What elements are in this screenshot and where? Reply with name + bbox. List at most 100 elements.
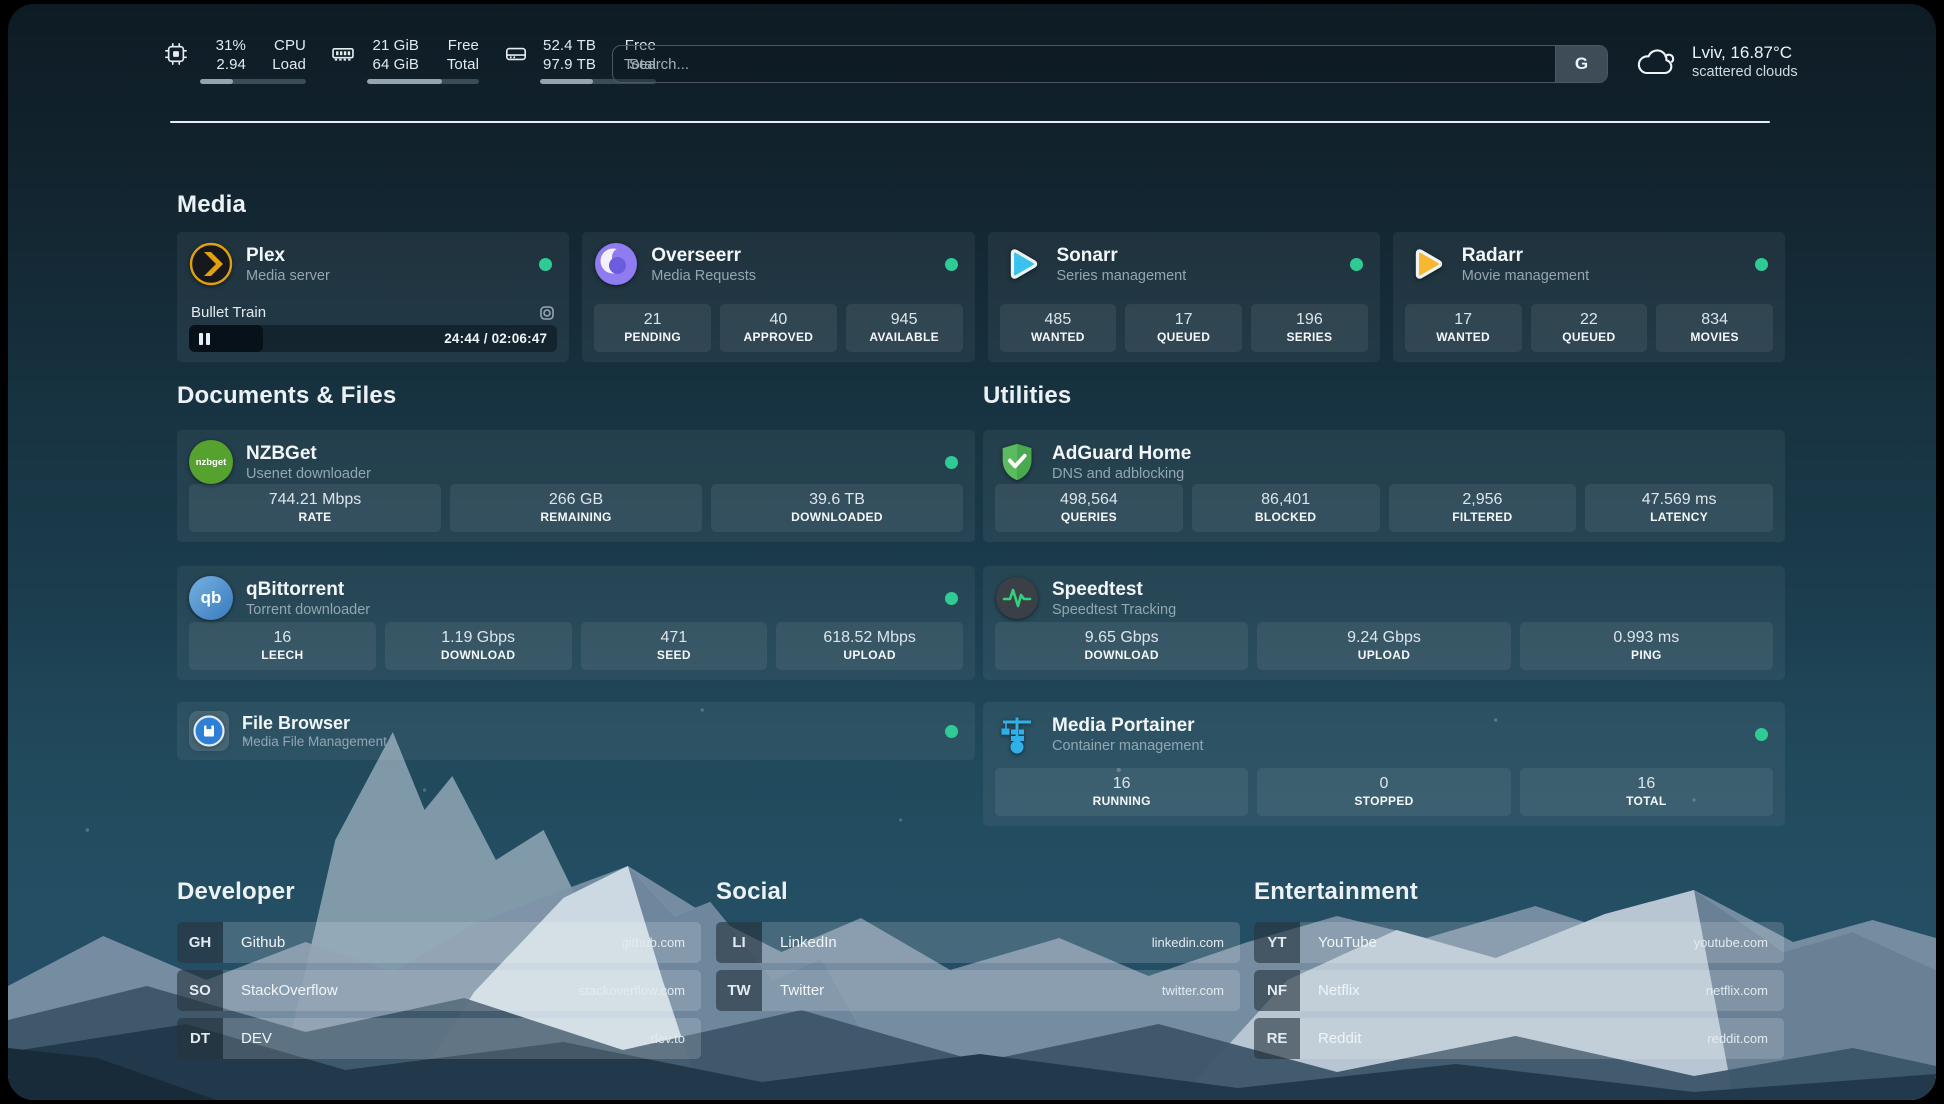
stat-blocked: 86,401BLOCKED [1192,484,1380,532]
service-card-sonarr[interactable]: Sonarr Series management 485WANTED 17QUE… [988,232,1380,362]
service-name: Overseerr [651,244,756,267]
search-provider-button[interactable]: G [1555,46,1607,82]
stat-remaining: 266 GBREMAINING [450,484,702,532]
sonarr-icon [1000,242,1044,286]
bookmark-url: youtube.com [1694,935,1768,950]
stat-series: 196SERIES [1251,304,1368,352]
nzbget-icon: nzbget [189,440,233,484]
bookmark-abbr: RE [1254,1018,1300,1059]
section-title-social: Social [716,878,788,906]
service-card-nzbget[interactable]: nzbget NZBGet Usenet downloader 744.21 M… [177,430,975,542]
service-subtitle: DNS and adblocking [1052,465,1191,483]
service-subtitle: Torrent downloader [246,601,370,619]
weather-widget: Lviv, 16.87°C scattered clouds [1636,42,1798,81]
bookmark-stackoverflow[interactable]: SO StackOverflow stackoverflow.com [177,970,701,1011]
bookmark-group-social: LI LinkedIn linkedin.com TW Twitter twit… [716,922,1240,1018]
stat-upload: 9.24 GbpsUPLOAD [1257,622,1510,670]
service-card-radarr[interactable]: Radarr Movie management 17WANTED 22QUEUE… [1393,232,1785,362]
bookmark-twitter[interactable]: TW Twitter twitter.com [716,970,1240,1011]
cpu-progress-bar [200,79,306,84]
bookmark-dev[interactable]: DT DEV dev.to [177,1018,701,1059]
stat-queries: 498,564QUERIES [995,484,1183,532]
service-card-speedtest[interactable]: Speedtest Speedtest Tracking 9.65 GbpsDO… [983,566,1785,680]
service-card-portainer[interactable]: Media Portainer Container management 16R… [983,702,1785,826]
service-card-adguard[interactable]: AdGuard Home DNS and adblocking 498,564Q… [983,430,1785,542]
memory-progress-bar [367,79,479,84]
status-dot [945,456,958,469]
stat-ping: 0.993 msPING [1520,622,1773,670]
bookmark-netflix[interactable]: NF Netflix netflix.com [1254,970,1784,1011]
adguard-icon [995,440,1039,484]
stat-downloaded: 39.6 TBDOWNLOADED [711,484,963,532]
stat-upload: 618.52 MbpsUPLOAD [776,622,963,670]
bookmark-name: DEV [241,1030,272,1047]
search-bar: G [612,45,1608,83]
weather-location-temp: Lviv, 16.87°C [1692,42,1798,63]
bookmark-name: YouTube [1318,934,1377,951]
service-name: AdGuard Home [1052,442,1191,465]
search-input[interactable] [613,46,1555,82]
now-playing-settings-icon[interactable] [539,305,555,321]
bookmark-abbr: TW [716,970,762,1011]
status-dot [1350,258,1363,271]
weather-condition: scattered clouds [1692,63,1798,81]
stat-queued: 22QUEUED [1531,304,1648,352]
memory-total-value: 64 GiB [373,56,419,75]
bookmark-abbr: LI [716,922,762,963]
section-title-media: Media [177,191,246,219]
bookmark-abbr: GH [177,922,223,963]
dashboard-screen: 31% 2.94 CPU Load [8,4,1936,1100]
filebrowser-icon [189,711,229,751]
header-divider [170,121,1770,123]
bookmark-github[interactable]: GH Github github.com [177,922,701,963]
stat-movies: 834MOVIES [1656,304,1773,352]
service-name: Plex [246,244,330,267]
media-card-grid: Plex Media server Bullet Train 24:44 / 0… [177,232,1785,362]
bookmark-youtube[interactable]: YT YouTube youtube.com [1254,922,1784,963]
bookmark-reddit[interactable]: RE Reddit reddit.com [1254,1018,1784,1059]
service-subtitle: Movie management [1462,267,1589,285]
memory-free-label: Free [448,37,479,56]
service-card-overseerr[interactable]: Overseerr Media Requests 21PENDING 40APP… [582,232,974,362]
service-card-filebrowser[interactable]: File Browser Media File Management [177,702,975,760]
service-name: File Browser [242,713,387,734]
bookmark-url: reddit.com [1707,1031,1768,1046]
status-dot [945,592,958,605]
service-name: qBittorrent [246,578,370,601]
bookmark-name: LinkedIn [780,934,837,951]
bookmark-name: StackOverflow [241,982,338,999]
service-name: Radarr [1462,244,1589,267]
status-dot [1755,258,1768,271]
bookmark-url: github.com [621,935,685,950]
player-progress-bar[interactable]: 24:44 / 02:06:47 [189,325,557,352]
stat-wanted: 485WANTED [1000,304,1117,352]
player-time: 24:44 / 02:06:47 [444,331,547,346]
disk-progress-fill [540,79,593,84]
section-title-entertainment: Entertainment [1254,878,1418,906]
bookmark-url: linkedin.com [1152,935,1224,950]
now-playing-title: Bullet Train [191,304,266,321]
pause-icon[interactable] [199,333,210,345]
service-card-qbittorrent[interactable]: qb qBittorrent Torrent downloader 16LEEC… [177,566,975,680]
stat-leech: 16LEECH [189,622,376,670]
memory-total-label: Total [447,56,479,75]
radarr-icon [1405,242,1449,286]
stat-available: 945AVAILABLE [846,304,963,352]
bookmark-group-entertainment: YT YouTube youtube.com NF Netflix netfli… [1254,922,1784,1066]
bookmark-linkedin[interactable]: LI LinkedIn linkedin.com [716,922,1240,963]
disk-free-value: 52.4 TB [543,37,596,56]
stat-running: 16RUNNING [995,768,1248,816]
bookmark-url: dev.to [651,1031,685,1046]
cpu-load-label: Load [272,56,306,75]
bookmark-name: Netflix [1318,982,1360,999]
disk-total-value: 97.9 TB [543,56,596,75]
cpu-widget: 31% 2.94 CPU Load [163,37,306,84]
bookmark-abbr: SO [177,970,223,1011]
service-card-plex[interactable]: Plex Media server Bullet Train 24:44 / 0… [177,232,569,362]
bookmark-abbr: DT [177,1018,223,1059]
stat-latency: 47.569 msLATENCY [1585,484,1773,532]
service-subtitle: Media Requests [651,267,756,285]
stat-wanted: 17WANTED [1405,304,1522,352]
bookmark-name: Twitter [780,982,824,999]
service-subtitle: Usenet downloader [246,465,371,483]
